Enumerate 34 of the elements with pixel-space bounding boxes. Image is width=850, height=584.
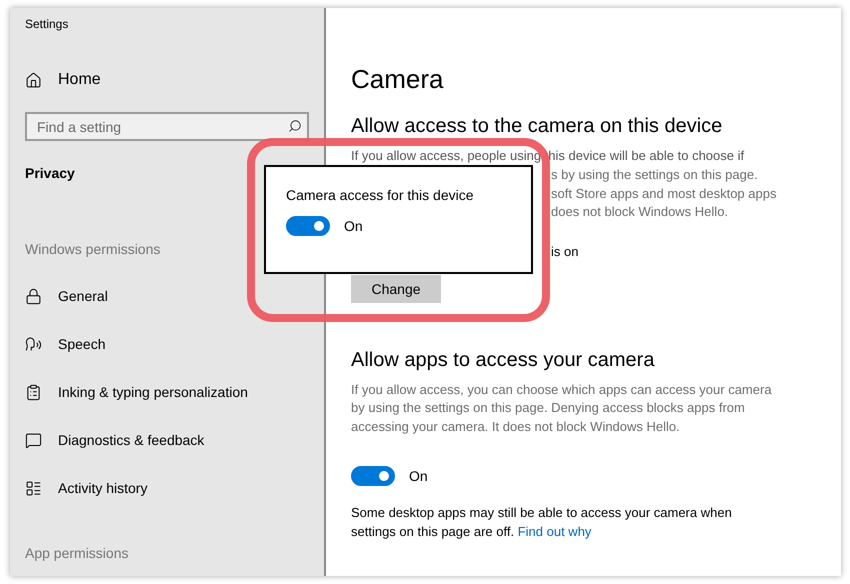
description-text: s by using the settings on this page. (551, 166, 759, 184)
description-text: does not block Windows Hello. (551, 203, 730, 221)
sidebar-item[interactable]: General (25, 272, 309, 320)
group-heading: App permissions (25, 545, 130, 561)
toggle-switch[interactable] (351, 466, 395, 486)
toggle-label: On (344, 218, 363, 234)
group-heading: Windows permissions (25, 241, 162, 257)
list-icon (25, 480, 42, 496)
sidebar-item[interactable]: Diagnostics & feedback (25, 416, 309, 464)
change-button[interactable]: Change (351, 274, 441, 302)
description-text: soft Store apps and most desktop apps (551, 184, 778, 203)
status-text: is on (551, 244, 580, 258)
home-icon (25, 72, 42, 88)
section-title: Privacy (25, 165, 76, 181)
page-title: Camera (351, 64, 444, 95)
find-out-why-link[interactable]: Find out why (518, 524, 592, 538)
toggle-switch[interactable] (286, 216, 330, 236)
description-text: If you allow access, you can choose which apps can access your camera by using the settings on this page. Denying access blocks apps from accessing your camera. It does not block Windows Hello. (351, 380, 773, 436)
lock-icon (25, 288, 42, 304)
section-heading: Allow apps to access your camera (351, 348, 656, 372)
sidebar-item[interactable]: Speech (25, 320, 309, 368)
toggle-label: On (409, 468, 428, 484)
speech-bubble-icon (25, 432, 42, 448)
window-title: Settings (25, 17, 70, 33)
search-field[interactable]: Find a setting (25, 112, 309, 141)
popup-title: Camera access for this device (286, 187, 474, 203)
sidebar-item[interactable]: Inking & typing personalization (25, 368, 309, 416)
search-icon (288, 119, 302, 133)
clipboard-icon (25, 384, 42, 400)
home-link[interactable]: Home (25, 68, 309, 92)
section-heading: Allow access to the camera on this device (351, 115, 724, 138)
sidebar-item[interactable]: Activity history (25, 464, 309, 512)
note-text: Some desktop apps may still be able to access your camera when settings on this page are off. Find out why (351, 504, 733, 541)
speaking-person-icon (25, 336, 42, 352)
